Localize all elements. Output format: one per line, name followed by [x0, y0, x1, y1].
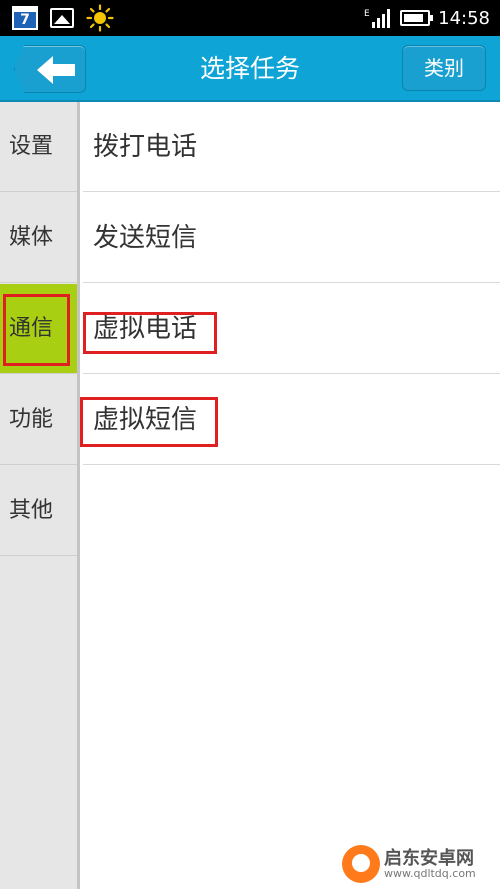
calendar-day: 7	[20, 12, 30, 28]
watermark-url: www.qdltdq.com	[384, 867, 476, 880]
status-left-icons: 7	[12, 4, 114, 32]
sidebar-item-label: 设置	[9, 134, 54, 159]
battery-level	[404, 14, 424, 22]
sidebar-item-label: 媒体	[9, 225, 54, 250]
back-button[interactable]	[14, 45, 86, 93]
sidebar-item-label: 其他	[9, 498, 54, 523]
signal-icon: E	[364, 9, 391, 28]
status-right-icons: E 14:58	[364, 5, 490, 31]
sidebar-item-settings[interactable]: 设置	[0, 102, 77, 192]
watermark: 启东安卓网 www.qdltdq.com	[342, 841, 492, 887]
title-bar: 选择任务 类别	[0, 36, 500, 102]
task-item-label: 发送短信	[93, 223, 198, 253]
page-title: 选择任务	[199, 54, 300, 83]
sidebar-item-label: 功能	[9, 407, 54, 432]
battery-icon	[400, 10, 434, 26]
task-list: 拨打电话 发送短信 虚拟电话 虚拟短信	[80, 102, 500, 889]
task-item-send-sms[interactable]: 发送短信	[83, 193, 500, 283]
calendar-icon: 7	[12, 6, 38, 30]
status-bar: 7 E 14:58	[0, 0, 500, 36]
task-item-label: 拨打电话	[93, 132, 198, 162]
sidebar-item-media[interactable]: 媒体	[0, 193, 77, 283]
watermark-logo-icon	[342, 845, 380, 883]
sun-icon	[86, 4, 114, 32]
image-icon	[50, 8, 74, 28]
sidebar-item-other[interactable]: 其他	[0, 466, 77, 556]
sidebar-item-communication[interactable]: 通信	[0, 284, 77, 374]
highlight-box	[80, 397, 218, 447]
category-button[interactable]: 类别	[402, 45, 486, 91]
svg-text:E: E	[364, 9, 370, 19]
category-sidebar: 设置 媒体 通信 功能 其他	[0, 102, 80, 889]
arrow-left-icon	[37, 56, 75, 84]
sidebar-item-functions[interactable]: 功能	[0, 375, 77, 465]
highlight-box	[3, 294, 70, 366]
status-time: 14:58	[438, 7, 490, 29]
task-item-make-call[interactable]: 拨打电话	[83, 102, 500, 192]
highlight-box	[83, 312, 217, 354]
